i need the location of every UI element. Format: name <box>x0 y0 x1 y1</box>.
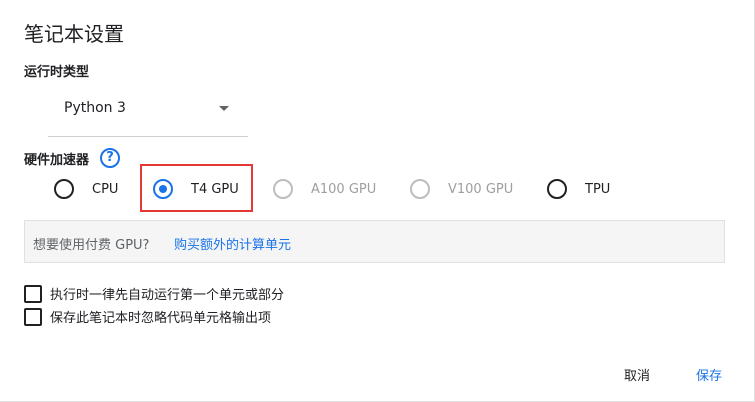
checkbox[interactable] <box>24 307 42 326</box>
paid-gpu-question: 想要使用付费 GPU? <box>33 238 150 253</box>
help-icon[interactable]: ? <box>100 148 120 168</box>
radio-option-v100-gpu: V100 GPU <box>410 178 513 200</box>
checkbox[interactable] <box>24 284 42 303</box>
radio-label: A100 GPU <box>311 181 377 197</box>
radio-label: V100 GPU <box>448 181 514 197</box>
runtime-type-value: Python 3 <box>64 100 126 116</box>
radio-label: CPU <box>92 181 119 197</box>
radio-button[interactable] <box>54 179 74 199</box>
checkbox-row-auto-run[interactable]: 执行时一律先自动运行第一个单元或部分 <box>24 284 284 303</box>
radio-button-disabled <box>273 179 293 199</box>
dropdown-arrow-icon <box>219 106 229 111</box>
runtime-type-label: 运行时类型 <box>24 65 90 80</box>
checkbox-label: 保存此笔记本时忽略代码单元格输出项 <box>50 311 272 326</box>
buy-compute-units-link[interactable]: 购买额外的计算单元 <box>174 234 291 253</box>
hardware-accelerator-label: 硬件加速器 <box>24 153 90 168</box>
radio-button-disabled <box>410 179 430 199</box>
dialog-title: 笔记本设置 <box>24 22 124 46</box>
checkbox-label: 执行时一律先自动运行第一个单元或部分 <box>50 288 285 303</box>
radio-button[interactable] <box>547 179 567 199</box>
runtime-type-select[interactable]: Python 3 <box>48 92 248 137</box>
dialog-frame <box>0 0 755 402</box>
radio-option-a100-gpu: A100 GPU <box>273 178 376 200</box>
radio-option-cpu[interactable]: CPU <box>54 178 118 200</box>
save-button[interactable]: 保存 <box>696 365 722 384</box>
highlight-box <box>140 164 253 212</box>
checkbox-row-omit-output[interactable]: 保存此笔记本时忽略代码单元格输出项 <box>24 307 271 326</box>
radio-label: TPU <box>585 181 611 197</box>
radio-option-tpu[interactable]: TPU <box>547 178 610 200</box>
cancel-button[interactable]: 取消 <box>624 365 650 384</box>
paid-gpu-notice: 想要使用付费 GPU? 购买额外的计算单元 <box>24 220 725 263</box>
